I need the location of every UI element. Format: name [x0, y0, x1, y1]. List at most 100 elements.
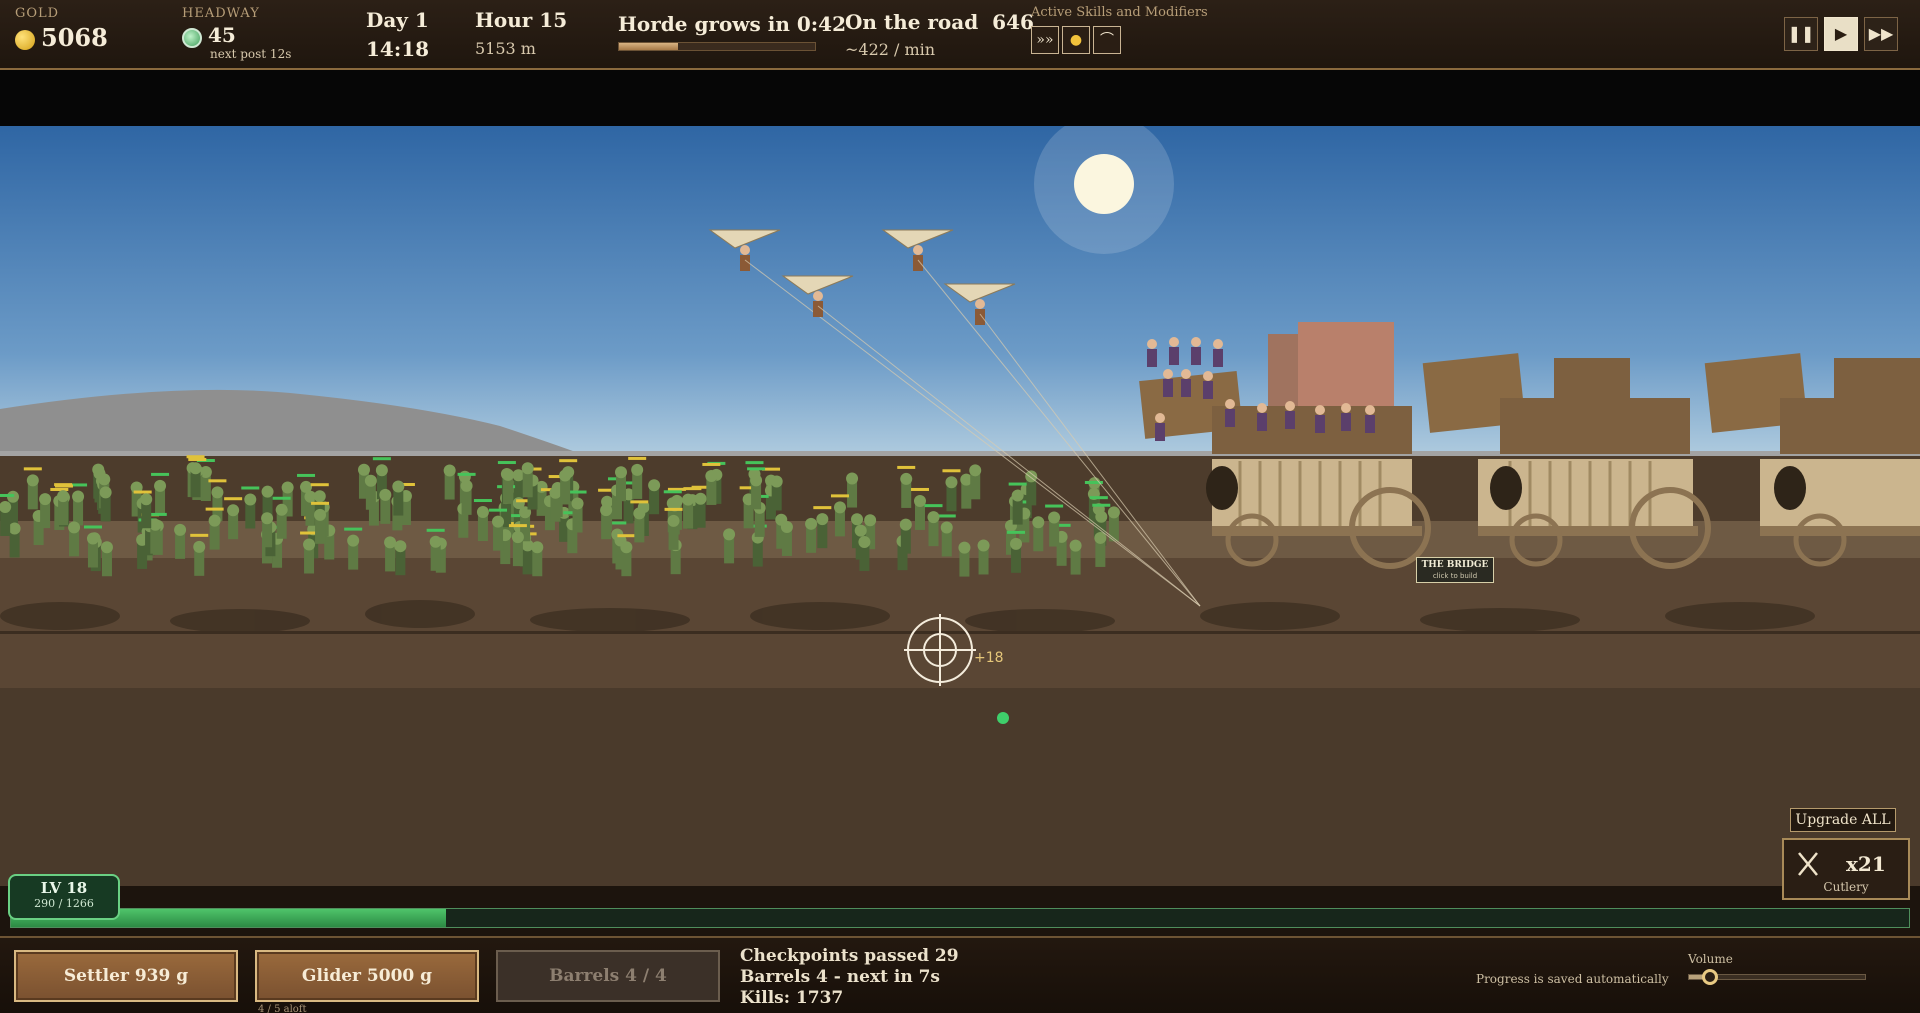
headway-label: HEADWAY [182, 6, 260, 21]
road-value: 646 [992, 10, 1034, 34]
glider-aloft-count: 4 / 5 aloft [258, 1004, 307, 1013]
settler [1169, 337, 1179, 365]
run-stats: Checkpoints passed 29 Barrels 4 - next i… [740, 946, 959, 1009]
zombie [521, 462, 534, 498]
gold-label: GOLD [15, 6, 60, 21]
zombie [549, 486, 562, 522]
bridge-title: THE BRIDGE [1421, 560, 1489, 570]
zombie [531, 541, 544, 577]
zombie [770, 475, 783, 511]
horde-progress-fill [619, 43, 678, 50]
xp-progress-bar [10, 908, 1910, 928]
arc-jump-icon[interactable]: ⌒ [1093, 26, 1121, 54]
road-panel: On the road 646 ~422 / min [845, 10, 1034, 59]
settler [1213, 339, 1223, 367]
cutlery-icon [1798, 852, 1818, 876]
zombie [723, 528, 736, 564]
zombie [8, 522, 21, 558]
zombie [600, 504, 613, 540]
xp-text: 290 / 1266 [34, 897, 94, 910]
settler [1285, 401, 1295, 429]
buy-barrels-button[interactable]: Barrels 4 / 4 [496, 950, 720, 1002]
zombie [559, 469, 572, 505]
settler [1191, 337, 1201, 365]
skills-label: Active Skills and Modifiers [1031, 5, 1208, 20]
checkpoints-passed: Checkpoints passed 29 [740, 946, 959, 966]
pause-icon: ❚❚ [1787, 24, 1815, 43]
settler [1225, 399, 1235, 427]
zombie [39, 493, 52, 529]
bridge-subtitle: click to build [1432, 572, 1478, 580]
hour-panel: Hour 15 5153 m [475, 8, 567, 58]
ground-foreground [0, 688, 1920, 886]
pause-button[interactable]: ❚❚ [1784, 17, 1818, 51]
settler [1315, 405, 1325, 433]
volume-label: Volume [1688, 952, 1733, 966]
zombie [392, 480, 405, 516]
buy-glider-button[interactable]: Glider 5000 g [255, 950, 479, 1002]
headway-gem-icon [182, 27, 202, 48]
settler [1163, 369, 1173, 397]
zombie [364, 474, 377, 510]
autosave-note: Progress is saved automatically [1476, 972, 1669, 986]
green-gem-drop [997, 712, 1009, 724]
zombie [1025, 470, 1038, 506]
hour-label: Hour 15 [475, 8, 568, 32]
road-rate: ~422 / min [845, 40, 936, 59]
horde-progress-bar [618, 42, 816, 51]
settler [1257, 403, 1267, 431]
kills-count: Kills: 1737 [740, 988, 844, 1008]
gold-panel: GOLD 5068 [15, 6, 108, 52]
distance-label: 5153 m [475, 39, 536, 58]
horde-panel: Horde grows in 0:42 [618, 12, 846, 51]
zombie [379, 488, 392, 524]
buy-settler-button[interactable]: Settler 939 g [14, 950, 238, 1002]
bridge-build-sign[interactable]: THE BRIDGE click to build [1416, 557, 1494, 583]
fast-forward-button[interactable]: ▶▶ [1864, 17, 1898, 51]
zombie [682, 493, 695, 529]
fast-forward-icon: ▶▶ [1868, 24, 1894, 43]
zombie [899, 518, 912, 554]
zombie [261, 512, 274, 548]
settler [1147, 339, 1157, 367]
zombie [443, 464, 456, 500]
zombie [805, 517, 818, 553]
scene-art [0, 126, 1920, 886]
zombie [100, 541, 113, 577]
speed-chevrons-icon[interactable]: »» [1031, 26, 1059, 54]
zombie [977, 539, 990, 575]
top-bar: GOLD 5068 HEADWAY 45 next post 12s Day 1… [0, 0, 1920, 70]
gold-coin-icon[interactable]: ● [1062, 26, 1090, 54]
zombie [780, 520, 793, 556]
cutlery-upgrade-card[interactable]: x21 Cutlery [1782, 838, 1910, 900]
day-label: Day 1 [366, 8, 429, 32]
upgrade-all-button[interactable]: Upgrade ALL [1790, 808, 1896, 832]
game-scene[interactable]: THE BRIDGE click to build +18 [0, 126, 1920, 886]
zombie [1032, 516, 1045, 552]
damage-popup: +18 [974, 650, 1004, 666]
level-label: LV 18 [40, 879, 88, 897]
settler [1341, 403, 1351, 431]
zombie [969, 464, 982, 500]
settler [1203, 371, 1213, 399]
zombie [648, 479, 661, 515]
play-icon: ▶ [1834, 24, 1848, 43]
road-label: On the road [845, 10, 979, 34]
zombie [502, 468, 515, 504]
horde-timer: Horde grows in 0:42 [618, 12, 846, 36]
cutlery-count: x21 [1846, 852, 1886, 876]
zombie [1107, 506, 1120, 542]
sun [1074, 154, 1134, 214]
zombie [846, 472, 859, 508]
volume-slider[interactable] [1688, 969, 1866, 985]
zombie [384, 536, 397, 572]
gold-coin-icon [15, 29, 35, 50]
headway-panel: HEADWAY 45 next post 12s [182, 6, 291, 61]
settler [1181, 369, 1191, 397]
day-panel: Day 1 14:18 [366, 8, 429, 61]
headway-next-post: next post 12s [210, 47, 292, 61]
gold-value: 5068 [41, 23, 108, 52]
cutlery-name: Cutlery [1823, 880, 1869, 894]
play-button[interactable]: ▶ [1824, 17, 1858, 51]
zombie [140, 493, 153, 529]
